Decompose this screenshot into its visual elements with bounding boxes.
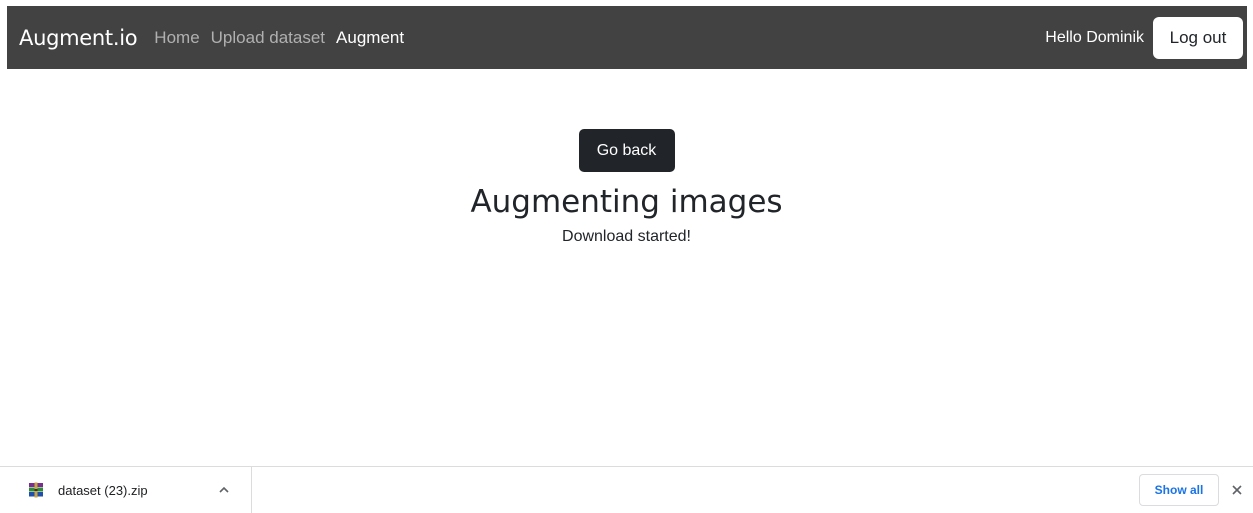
nav-link-upload-dataset[interactable]: Upload dataset	[211, 28, 325, 48]
download-shelf: dataset (23).zip Show all	[0, 466, 1253, 513]
main-content: Go back Augmenting images Download start…	[0, 129, 1253, 246]
download-item[interactable]: dataset (23).zip	[0, 466, 252, 513]
download-file-name: dataset (23).zip	[58, 482, 148, 498]
logout-button[interactable]: Log out	[1153, 16, 1243, 59]
close-icon[interactable]	[1229, 482, 1245, 498]
download-status: Download started!	[562, 228, 691, 245]
nav-link-home[interactable]: Home	[154, 28, 199, 48]
page-title: Augmenting images	[470, 184, 783, 220]
nav-links: Home Upload dataset Augment	[154, 28, 415, 48]
nav-link-augment[interactable]: Augment	[336, 28, 404, 48]
shelf-actions: Show all	[1139, 474, 1245, 506]
page: Augment.io Home Upload dataset Augment H…	[0, 0, 1253, 513]
nav-user-area: Hello Dominik Log out	[1045, 16, 1243, 59]
user-greeting: Hello Dominik	[1045, 28, 1144, 46]
winrar-archive-icon	[27, 481, 45, 499]
chevron-up-icon[interactable]	[217, 483, 231, 497]
navbar: Augment.io Home Upload dataset Augment H…	[7, 6, 1247, 69]
brand-logo[interactable]: Augment.io	[19, 26, 138, 50]
show-all-button[interactable]: Show all	[1139, 474, 1219, 506]
go-back-button[interactable]: Go back	[578, 129, 675, 172]
